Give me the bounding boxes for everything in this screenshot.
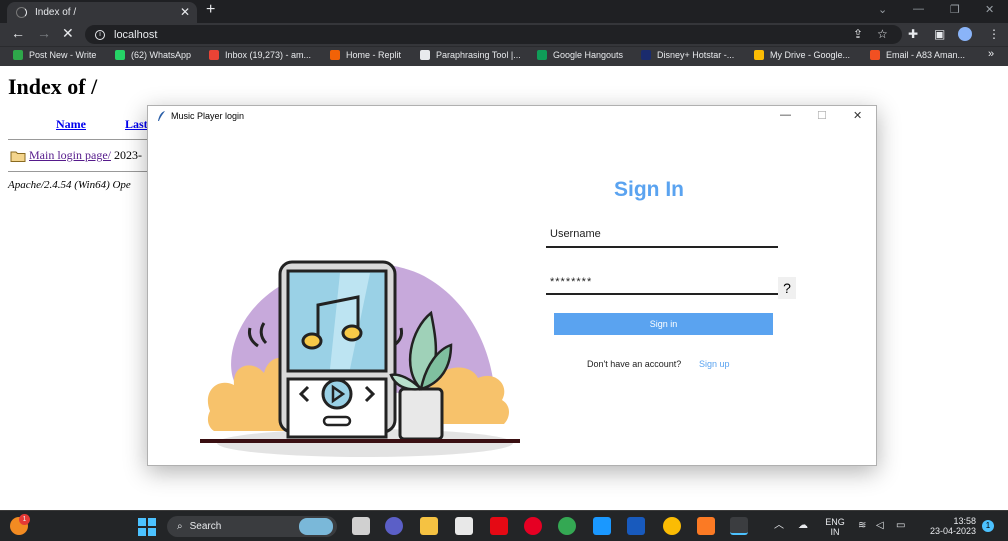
clock-time: 13:58 [953, 516, 976, 526]
lang-code: ENG [825, 517, 845, 527]
tab-search-icon[interactable]: ⌄ [878, 3, 887, 16]
restore-icon[interactable]: ❐ [950, 3, 960, 16]
column-name-link[interactable]: Name [56, 117, 86, 132]
sign-in-button[interactable]: Sign in [554, 313, 773, 335]
url-text: localhost [114, 28, 158, 41]
no-account-text: Don't have an account? [587, 359, 682, 369]
bookmark-item[interactable]: Google Hangouts [537, 50, 623, 60]
share-icon[interactable]: ⇪ [853, 27, 863, 41]
login-window: Music Player login — ☐ ✕ Sign In Usernam… [147, 105, 877, 466]
prime-video-icon[interactable] [593, 517, 611, 535]
netflix-icon[interactable] [490, 517, 508, 535]
tab-title: Index of / [35, 7, 77, 18]
bookmark-item[interactable]: (62) WhatsApp [115, 50, 191, 60]
pinterest-icon[interactable] [524, 517, 542, 535]
profile-avatar[interactable] [958, 27, 972, 41]
more-bookmarks-button[interactable]: » [988, 48, 994, 60]
password-help-button[interactable]: ? [778, 277, 796, 299]
bookmark-favicon-icon [754, 50, 764, 60]
python-feather-icon[interactable] [730, 517, 748, 535]
bookmark-favicon-icon [537, 50, 547, 60]
window-title: Music Player login [171, 111, 245, 121]
language-indicator[interactable]: ENG IN [823, 517, 847, 537]
main-login-page-link[interactable]: Main login page/ [29, 148, 111, 163]
menu-kebab-icon[interactable]: ⋮ [988, 27, 1000, 41]
minimize-icon[interactable]: — [913, 3, 924, 15]
tray-chevron-icon[interactable]: ︿ [774, 521, 784, 531]
server-signature: Apache/2.4.54 (Win64) Ope [8, 179, 131, 191]
feather-icon [157, 110, 166, 122]
chat-icon[interactable] [385, 517, 403, 535]
site-info-icon[interactable]: i [95, 29, 105, 40]
dialog-close-icon[interactable]: ✕ [853, 109, 862, 122]
divider [8, 171, 168, 172]
music-phone-illustration [200, 211, 530, 461]
weather-badge: 1 [19, 514, 30, 525]
bookmark-star-icon[interactable]: ☆ [877, 27, 888, 41]
forward-icon[interactable]: → [37, 25, 51, 41]
list-item: Main login page/ 2023- [10, 148, 142, 163]
bookmark-item[interactable]: Email - A83 Aman... [870, 50, 965, 60]
bookmark-item[interactable]: Disney+ Hotstar -... [641, 50, 734, 60]
browser-tab-strip: Index of / ✕ + ⌄ — ❐ ✕ [0, 0, 1008, 23]
word-icon[interactable] [627, 517, 645, 535]
password-field[interactable]: ******** [546, 271, 778, 295]
sign-up-link[interactable]: Sign up [699, 359, 730, 369]
close-tab-icon[interactable]: ✕ [180, 5, 190, 19]
chrome-icon[interactable] [558, 517, 576, 535]
new-tab-button[interactable]: + [206, 1, 215, 19]
task-view-icon[interactable] [352, 517, 370, 535]
username-field[interactable]: Username [546, 224, 778, 248]
loading-spinner-icon [16, 7, 27, 18]
search-highlight-icon [299, 518, 333, 535]
page-title: Index of / [8, 74, 98, 99]
close-window-icon[interactable]: ✕ [985, 3, 994, 16]
clock[interactable]: 13:58 23-04-2023 [918, 516, 976, 536]
bookmark-item[interactable]: Home - Replit [330, 50, 401, 60]
battery-icon[interactable]: ▭ [896, 521, 905, 531]
side-panel-icon[interactable]: ▣ [934, 27, 945, 41]
divider [8, 139, 168, 140]
taskbar-search[interactable]: ⌕ Search [167, 516, 337, 537]
store-icon[interactable] [455, 517, 473, 535]
notification-badge[interactable]: 1 [982, 520, 994, 532]
wifi-icon[interactable]: ≋ [858, 521, 866, 531]
taskbar: 1 ⌕ Search ︿ ☁ ENG IN ≋ ◁ ▭ 13:58 23-04-… [0, 510, 1008, 541]
bookmark-item[interactable]: Inbox (19,273) - am... [209, 50, 311, 60]
column-last-modified-link[interactable]: Last [125, 117, 148, 132]
xampp-icon[interactable] [697, 517, 715, 535]
tab-index[interactable]: Index of / ✕ [7, 2, 197, 23]
volume-icon[interactable]: ◁ [876, 521, 884, 531]
bookmark-favicon-icon [420, 50, 430, 60]
bookmark-favicon-icon [641, 50, 651, 60]
bookmark-item[interactable]: Paraphrasing Tool |... [420, 50, 521, 60]
back-icon[interactable]: ← [11, 25, 25, 41]
extensions-icon[interactable]: ✚ [908, 27, 918, 41]
address-bar[interactable]: i localhost [85, 25, 902, 44]
search-label: Search [189, 521, 222, 532]
folder-icon [10, 151, 26, 162]
bookmark-favicon-icon [870, 50, 880, 60]
bookmarks-bar: Post New - Write (62) WhatsApp Inbox (19… [0, 46, 1008, 66]
row-date: 2023- [113, 148, 142, 162]
chrome-profile-icon[interactable] [663, 517, 681, 535]
bookmark-favicon-icon [115, 50, 125, 60]
dialog-minimize-icon[interactable]: — [780, 109, 791, 121]
bookmark-favicon-icon [330, 50, 340, 60]
bookmark-favicon-icon [209, 50, 219, 60]
file-explorer-icon[interactable] [420, 517, 438, 535]
window-titlebar: Music Player login — ☐ ✕ [148, 106, 876, 126]
region-code: IN [830, 527, 840, 537]
bookmark-favicon-icon [13, 50, 23, 60]
start-windows-icon[interactable] [138, 518, 156, 536]
dialog-maximize-icon[interactable]: ☐ [817, 109, 827, 122]
stop-loading-icon[interactable]: ✕ [62, 25, 74, 42]
search-icon: ⌕ [177, 521, 183, 532]
browser-toolbar: ← → ✕ i localhost ⇪ ☆ ✚ ▣ ⋮ [0, 23, 1008, 46]
bookmark-item[interactable]: Post New - Write [13, 50, 96, 60]
onedrive-icon[interactable]: ☁ [798, 521, 808, 531]
bookmark-item[interactable]: My Drive - Google... [754, 50, 850, 60]
clock-date: 23-04-2023 [929, 526, 976, 536]
sign-in-heading: Sign In [614, 178, 684, 201]
